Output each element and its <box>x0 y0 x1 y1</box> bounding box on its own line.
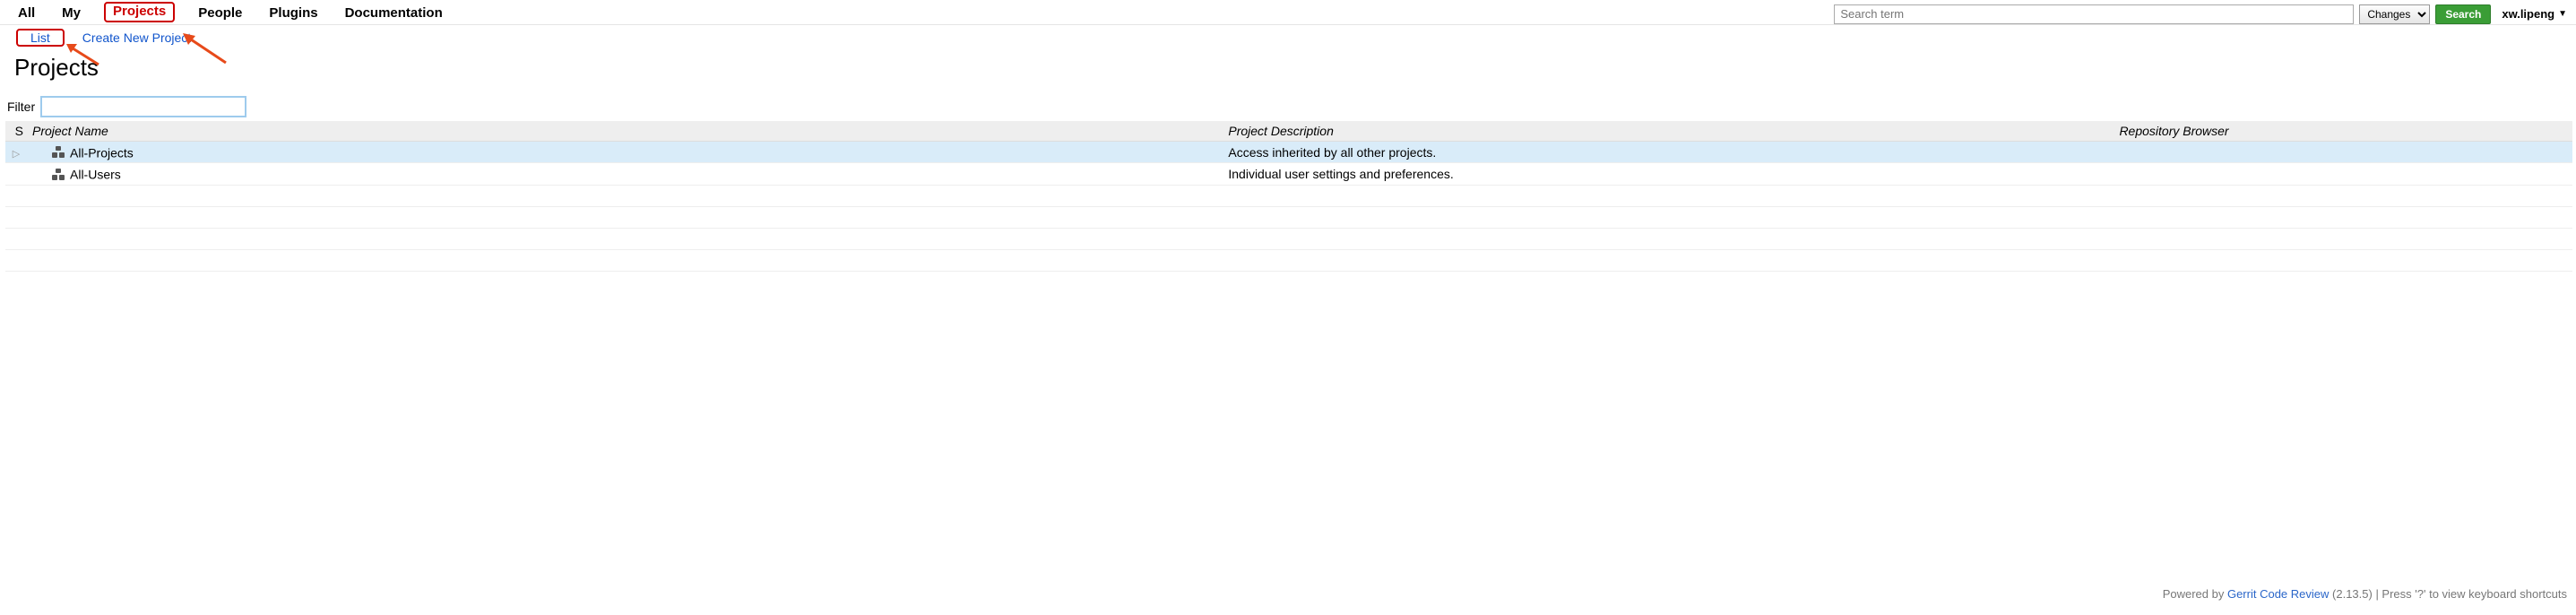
table-row <box>5 249 2572 271</box>
main-tab-plugins[interactable]: Plugins <box>265 4 321 24</box>
filter-input[interactable] <box>40 96 246 117</box>
main-tab-projects[interactable]: Projects <box>104 2 175 22</box>
chevron-down-icon: ▼ <box>2558 9 2567 19</box>
project-icon <box>52 169 65 181</box>
filter-label: Filter <box>7 100 35 114</box>
footer: Powered by Gerrit Code Review (2.13.5) |… <box>2163 587 2567 601</box>
user-menu[interactable]: xw.lipeng ▼ <box>2502 7 2567 21</box>
filter-row: Filter <box>7 96 2576 117</box>
row-repo-cell <box>2114 206 2572 228</box>
main-tabs: All My Projects People Plugins Documentation <box>14 4 446 24</box>
search-button[interactable]: Search <box>2435 4 2491 24</box>
row-desc-cell <box>1223 185 2114 206</box>
projects-table: S Project Name Project Description Repos… <box>5 121 2572 272</box>
sub-tabs: List Create New Project <box>0 25 2576 47</box>
col-header-name: Project Name <box>27 121 1223 142</box>
footer-prefix: Powered by <box>2163 587 2227 601</box>
table-row[interactable]: All-Users Individual user settings and pr… <box>5 163 2572 185</box>
row-desc-cell <box>1223 249 2114 271</box>
search-scope-select[interactable]: Changes <box>2359 4 2430 24</box>
row-repo-cell <box>2114 185 2572 206</box>
footer-link[interactable]: Gerrit Code Review <box>2227 587 2329 601</box>
page-title: Projects <box>14 54 2576 82</box>
row-name-cell <box>27 185 1223 206</box>
row-repo-cell <box>2114 228 2572 249</box>
user-name: xw.lipeng <box>2502 7 2554 21</box>
col-header-desc: Project Description <box>1223 121 2114 142</box>
sub-tab-list[interactable]: List <box>16 29 65 47</box>
row-state-cell <box>5 206 27 228</box>
row-state-cell: ▷ <box>5 142 27 163</box>
col-header-repo: Repository Browser <box>2114 121 2572 142</box>
main-tab-my[interactable]: My <box>58 4 84 24</box>
row-desc-cell: Individual user settings and preferences… <box>1223 163 2114 185</box>
col-header-state: S <box>5 121 27 142</box>
row-state-cell <box>5 228 27 249</box>
project-name[interactable]: All-Projects <box>70 145 134 160</box>
row-state-cell <box>5 185 27 206</box>
row-name-cell <box>27 228 1223 249</box>
row-name-cell: All-Users <box>27 163 1223 185</box>
top-search-area: Changes Search xw.lipeng ▼ <box>1834 4 2567 24</box>
main-tab-documentation[interactable]: Documentation <box>341 4 446 24</box>
row-desc-cell <box>1223 206 2114 228</box>
row-name-cell: All-Projects <box>27 142 1223 163</box>
project-name[interactable]: All-Users <box>70 168 121 182</box>
row-marker-icon: ▷ <box>11 148 22 160</box>
table-row <box>5 185 2572 206</box>
footer-version: (2.13.5) | Press '?' to view keyboard sh… <box>2332 587 2567 601</box>
main-tab-all[interactable]: All <box>14 4 39 24</box>
row-name-cell <box>27 206 1223 228</box>
project-icon <box>52 146 65 159</box>
row-name-cell <box>27 249 1223 271</box>
row-state-cell <box>5 163 27 185</box>
row-desc-cell: Access inherited by all other projects. <box>1223 142 2114 163</box>
row-repo-cell <box>2114 163 2572 185</box>
search-input[interactable] <box>1834 4 2354 24</box>
sub-tab-create-new-project[interactable]: Create New Project <box>73 29 200 47</box>
row-state-cell <box>5 249 27 271</box>
row-desc-cell <box>1223 228 2114 249</box>
main-tab-people[interactable]: People <box>194 4 246 24</box>
table-row[interactable]: ▷ All-Projects Access inherited by all oth… <box>5 142 2572 163</box>
table-row <box>5 206 2572 228</box>
row-repo-cell <box>2114 249 2572 271</box>
table-row <box>5 228 2572 249</box>
row-repo-cell <box>2114 142 2572 163</box>
